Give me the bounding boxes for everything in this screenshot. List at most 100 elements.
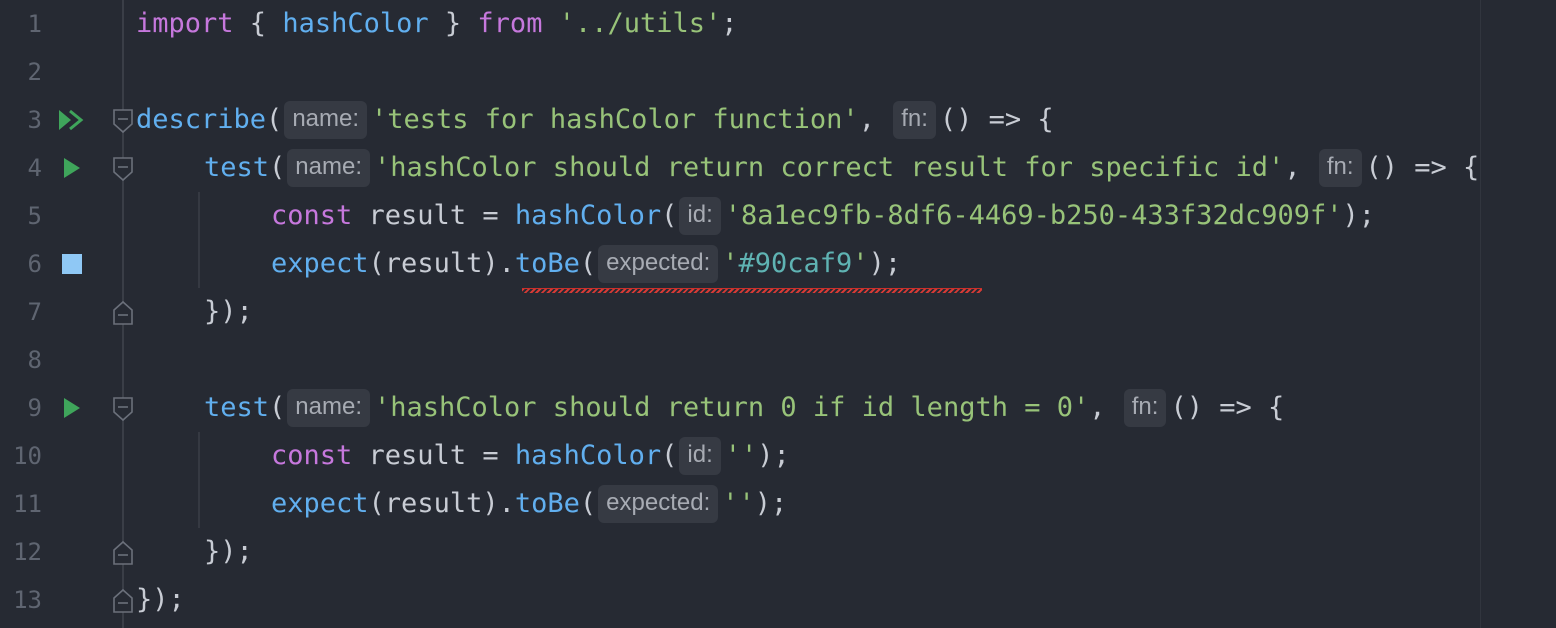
code-line[interactable]: 4 test(name:'hashColor should return corr…	[0, 144, 1556, 192]
string-token: '../utils'	[542, 8, 722, 39]
string-token: 'hashColor should return correct result …	[374, 152, 1285, 183]
punctuation-token: (	[579, 248, 597, 279]
punctuation-token: () => {	[939, 104, 1054, 135]
code-line[interactable]: 1 import { hashColor } from '../utils';	[0, 0, 1556, 48]
code-editor[interactable]: 1 import { hashColor } from '../utils'; 2 3…	[0, 0, 1556, 628]
punctuation-token: (result).	[368, 488, 515, 519]
punctuation-token: });	[204, 536, 253, 567]
code-text[interactable]: test(name:'hashColor should return 0 if …	[204, 384, 1284, 432]
punctuation-token: );	[754, 488, 788, 519]
punctuation-token: ,	[858, 104, 892, 135]
fold-open-icon[interactable]	[112, 396, 134, 422]
line-number: 2	[27, 58, 42, 86]
identifier-token: describe	[136, 104, 267, 135]
punctuation-token: }	[428, 8, 478, 39]
parameter-hint: expected:	[598, 485, 719, 523]
punctuation-token: ;	[721, 8, 738, 39]
identifier-token: hashColor	[514, 200, 662, 231]
punctuation-token: });	[136, 584, 185, 615]
line-number: 12	[13, 538, 42, 566]
parameter-hint: id:	[679, 197, 721, 235]
identifier-token: toBe	[514, 488, 580, 519]
code-line[interactable]: 6 expect (result). toBe(expected: ' #90caf9 ')…	[0, 240, 1556, 288]
string-token: ''	[724, 440, 758, 471]
punctuation-token: (	[579, 488, 597, 519]
code-line[interactable]: 8	[0, 336, 1556, 384]
code-text[interactable]: const result = hashColor(id: '8a1ec9fb-8d…	[271, 192, 1375, 240]
identifier-token: hashColor	[514, 440, 662, 471]
line-number: 7	[27, 298, 42, 326]
line-number: 6	[27, 250, 42, 278]
punctuation-token: (result).	[368, 248, 515, 279]
color-swatch-icon[interactable]	[62, 254, 82, 274]
punctuation-token: ,	[1089, 392, 1122, 423]
line-number: 1	[27, 10, 42, 38]
line-number: 3	[27, 106, 42, 134]
code-line[interactable]: 5 const result = hashColor(id: '8a1ec9fb-8…	[0, 192, 1556, 240]
parameter-hint: expected:	[598, 245, 719, 283]
run-icon[interactable]	[58, 156, 84, 180]
punctuation-token: (	[269, 392, 286, 423]
line-number: 5	[27, 202, 42, 230]
parameter-hint: fn:	[893, 101, 936, 139]
line-number: 13	[13, 586, 42, 614]
string-token: 'hashColor should return 0 if id length …	[374, 392, 1090, 423]
keyword-token: const	[271, 200, 353, 231]
code-text[interactable]: expect (result). toBe(expected: ' #90caf9 ');	[271, 240, 901, 288]
code-text[interactable]: const result = hashColor(id: '');	[271, 432, 790, 480]
identifier-token: expect	[271, 488, 369, 519]
code-text[interactable]: });	[136, 576, 185, 624]
code-line[interactable]: 11 expect (result). toBe(expected: '');	[0, 480, 1556, 528]
identifier-token: toBe	[514, 248, 580, 279]
code-text[interactable]: import { hashColor } from '../utils';	[136, 0, 738, 48]
color-literal-token: #90caf9	[738, 248, 853, 279]
code-text[interactable]: });	[204, 288, 253, 336]
punctuation-token: {	[233, 8, 283, 39]
punctuation-token: (	[661, 440, 678, 471]
string-token: 'tests for hashColor function'	[371, 104, 859, 135]
string-token: '	[852, 248, 869, 279]
punctuation-token: () => {	[1365, 152, 1480, 183]
line-number: 8	[27, 346, 42, 374]
punctuation-token: result =	[352, 440, 515, 471]
line-number: 9	[27, 394, 42, 422]
punctuation-token: (	[661, 200, 678, 231]
punctuation-token: (	[269, 152, 286, 183]
code-line[interactable]: 12});	[0, 528, 1556, 576]
code-line[interactable]: 3 describe(name:'tests for hashColor func…	[0, 96, 1556, 144]
code-text[interactable]: expect (result). toBe(expected: '');	[271, 480, 787, 528]
fold-open-icon[interactable]	[112, 108, 134, 134]
punctuation-token: (	[266, 104, 283, 135]
line-number: 11	[13, 490, 42, 518]
code-line[interactable]: 2	[0, 48, 1556, 96]
parameter-hint: fn:	[1318, 149, 1362, 187]
keyword-token: from	[477, 8, 543, 39]
run-icon[interactable]	[58, 396, 84, 420]
parameter-hint: name:	[287, 389, 370, 427]
code-text[interactable]: describe(name:'tests for hashColor funct…	[136, 96, 1054, 144]
parameter-hint: fn:	[1123, 389, 1167, 427]
punctuation-token: () => {	[1170, 392, 1285, 423]
string-token: '8a1ec9fb-8df6-4469-b250-433f32dc909f'	[724, 200, 1343, 231]
fold-close-icon[interactable]	[112, 588, 134, 614]
code-line[interactable]: 10 const result = hashColor(id: '');	[0, 432, 1556, 480]
run-all-icon[interactable]	[58, 108, 84, 132]
fold-close-icon[interactable]	[112, 300, 134, 326]
code-line[interactable]: 9 test(name:'hashColor should return 0 if…	[0, 384, 1556, 432]
keyword-token: const	[271, 440, 353, 471]
code-line[interactable]: 7});	[0, 288, 1556, 336]
punctuation-token: );	[1342, 200, 1376, 231]
keyword-token: import	[136, 8, 234, 39]
fold-close-icon[interactable]	[112, 540, 134, 566]
string-token: ''	[722, 488, 755, 519]
code-line[interactable]: 13});	[0, 576, 1556, 624]
punctuation-token: ,	[1284, 152, 1317, 183]
punctuation-token: );	[757, 440, 790, 471]
code-text[interactable]: });	[204, 528, 253, 576]
identifier-token: hashColor	[282, 8, 429, 39]
string-token: '	[722, 248, 739, 279]
punctuation-token: );	[868, 248, 902, 279]
fold-open-icon[interactable]	[112, 156, 134, 182]
identifier-token: test	[204, 152, 270, 183]
code-text[interactable]: test(name:'hashColor should return corre…	[204, 144, 1479, 192]
